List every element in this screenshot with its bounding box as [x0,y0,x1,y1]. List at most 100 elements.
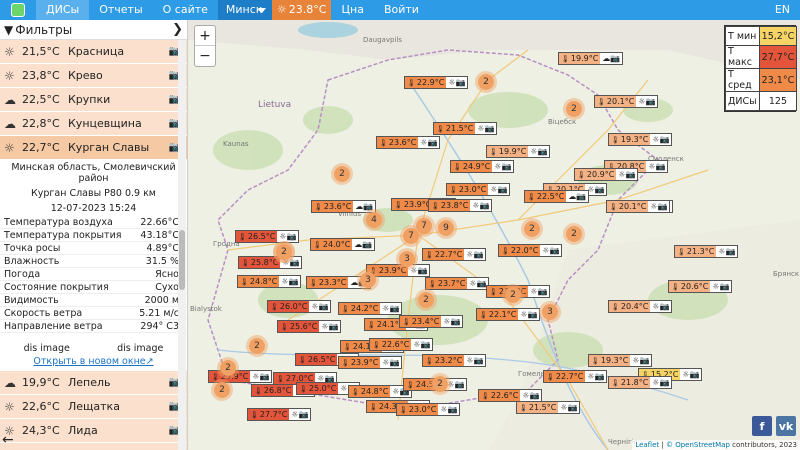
marker-cluster[interactable]: 2 [502,284,524,306]
station-marker[interactable]: 20.6°C☼📷 [668,280,733,293]
station-marker[interactable]: 23.7°C☼📷 [425,277,490,290]
map[interactable]: Daugavpils Lietuva Kaunas Vilnius Гродна… [188,20,800,450]
filter-icon: ▼ [4,22,14,37]
marker-cluster[interactable]: 2 [211,379,233,401]
language-switch[interactable]: EN [765,0,800,20]
chevron-right-icon[interactable]: ❯ [172,22,183,37]
detail-value: 43.18°C [140,229,179,241]
nav-about[interactable]: О сайте [153,0,218,20]
detail-row: Влажность 31.5 % [0,255,187,268]
zoom-out-button[interactable]: − [195,46,215,66]
station-item[interactable]: ☼ 21,5°C Красница 📷 [0,40,187,64]
station-marker[interactable]: 23.9°C☼📷 [338,356,403,369]
marker-icons: ☼📷 [652,302,670,311]
nav-price[interactable]: Цна [331,0,373,20]
open-new-window-link[interactable]: Открыть в новом окне↗ [0,356,187,371]
station-temp: 21,5°C [22,45,60,58]
station-marker[interactable]: 19.3°C☼📷 [588,354,653,367]
nav-dis[interactable]: ДИСы [36,0,90,20]
nav-reports[interactable]: Отчеты [89,0,152,20]
station-item[interactable]: ☼24,3°CЛиозно📷 [0,443,187,450]
marker-cluster[interactable]: 2 [331,163,353,185]
marker-cluster[interactable]: 2 [273,241,295,263]
marker-temp: 20.6°C [669,281,711,292]
station-marker[interactable]: 19.3°C☼📷 [608,133,673,146]
stats-value: 23,1°C [758,68,798,92]
station-marker[interactable]: 20.1°C☼📷 [606,200,671,213]
stats-key: Т макс [725,45,760,69]
marker-cluster[interactable]: 4 [363,209,385,231]
station-marker[interactable]: 22.7°C☼📷 [422,248,487,261]
station-marker[interactable]: 22.7°C☼📷 [543,370,608,383]
marker-cluster[interactable]: 3 [539,301,561,323]
station-item[interactable]: ☼ 22,7°C Курган Славы 📷 [0,136,187,160]
station-marker[interactable]: 24.0°C☁📷 [310,238,376,251]
station-marker[interactable]: 19.9°C☼📷 [486,145,551,158]
station-marker[interactable]: 20.4°C☼📷 [608,300,673,313]
station-marker[interactable]: 23.8°C☼📷 [428,199,493,212]
app-logo[interactable] [0,0,36,20]
station-marker[interactable]: 20.9°C☼📷 [574,168,639,181]
marker-cluster[interactable]: 3 [396,248,418,270]
station-marker[interactable]: 23.0°C☼📷 [446,183,511,196]
station-item[interactable]: ☼ 22,6°C Лещатка 📷 [0,395,187,419]
station-marker[interactable]: 23.0°C☼📷 [396,403,461,416]
station-marker[interactable]: 19.9°C☁📷 [558,52,624,65]
leaflet-link[interactable]: Leaflet [635,441,659,449]
station-item[interactable]: ☁ 22,5°C Крупки 📷 [0,88,187,112]
marker-icons: ☼📷 [443,317,461,326]
station-marker[interactable]: 23.2°C☼📷 [422,354,487,367]
attribution-text: contributors, 2023 [729,441,797,449]
marker-cluster[interactable]: 2 [563,223,585,245]
osm-link[interactable]: © OpenStreetMap [666,441,730,449]
logo-icon [11,3,25,17]
marker-temp: 22.5°C [525,191,567,202]
station-marker[interactable]: 22.1°C☼📷 [476,308,541,321]
marker-cluster[interactable]: 7 [400,225,422,247]
sidebar-scrollbar[interactable] [178,40,186,450]
station-marker[interactable]: 21.3°C☼📷 [674,245,739,258]
dis-image-1[interactable]: dis image [24,343,70,354]
marker-cluster[interactable]: 2 [415,289,437,311]
station-marker[interactable]: 27.7°C☼📷 [247,408,312,421]
station-marker[interactable]: 22.0°C☼📷 [498,244,563,257]
station-marker[interactable]: 22.9°C☼📷 [404,76,469,89]
station-marker[interactable]: 21.5°C☼📷 [433,122,498,135]
vk-icon[interactable]: vk [776,416,796,436]
marker-cluster[interactable]: 2 [217,357,239,379]
nav-login[interactable]: Войти [374,0,429,20]
station-marker[interactable]: 24.2°C☼📷 [338,302,403,315]
station-item[interactable]: ☁ 22,8°C Кунцевщина 📷 [0,112,187,136]
zoom-in-button[interactable]: + [195,26,215,46]
marker-cluster[interactable]: 2 [563,98,585,120]
station-marker[interactable]: 20.1°C☼📷 [594,95,659,108]
city-select[interactable]: Минск [217,0,272,20]
detail-row: Погода Ясно [0,268,187,281]
station-marker[interactable]: 21.5°C☼📷 [516,401,581,414]
station-item[interactable]: ☼ 23,8°C Крево 📷 [0,64,187,88]
facebook-icon[interactable]: f [752,416,772,436]
marker-cluster[interactable]: 2 [429,373,451,395]
station-marker[interactable]: 24.8°C☼📷 [237,275,302,288]
station-item[interactable]: ☼ 24,3°C Лида 📷 [0,419,187,443]
marker-cluster[interactable]: 2 [521,218,543,240]
station-item[interactable]: ☁ 19,9°C Лепель 📷 [0,371,187,395]
marker-cluster[interactable]: 2 [475,71,497,93]
arrow-left-icon[interactable]: ← [2,432,14,448]
station-marker[interactable]: 21.8°C☼📷 [608,376,673,389]
station-marker[interactable]: 22.5°C☁📷 [524,190,590,203]
marker-cluster[interactable]: 2 [246,335,268,357]
scroll-thumb[interactable] [179,230,185,290]
open-link-label: Открыть в новом окне [33,356,146,367]
filter-header[interactable]: ▼ Фильтры ❯ [0,20,187,40]
dis-image-2[interactable]: dis image [117,343,163,354]
marker-cluster[interactable]: 9 [435,217,457,239]
station-marker[interactable]: 24.9°C☼📷 [450,160,515,173]
station-marker[interactable]: 22.6°C☼📷 [369,338,434,351]
station-marker[interactable]: 25.6°C☼📷 [277,320,342,333]
marker-cluster[interactable]: 3 [357,269,379,291]
station-marker[interactable]: 26.0°C☼📷 [267,300,332,313]
station-marker[interactable]: 23.4°C☼📷 [399,315,464,328]
station-marker[interactable]: 23.6°C☼📷 [376,136,441,149]
station-marker[interactable]: 26.5°C☼📷 [235,230,300,243]
